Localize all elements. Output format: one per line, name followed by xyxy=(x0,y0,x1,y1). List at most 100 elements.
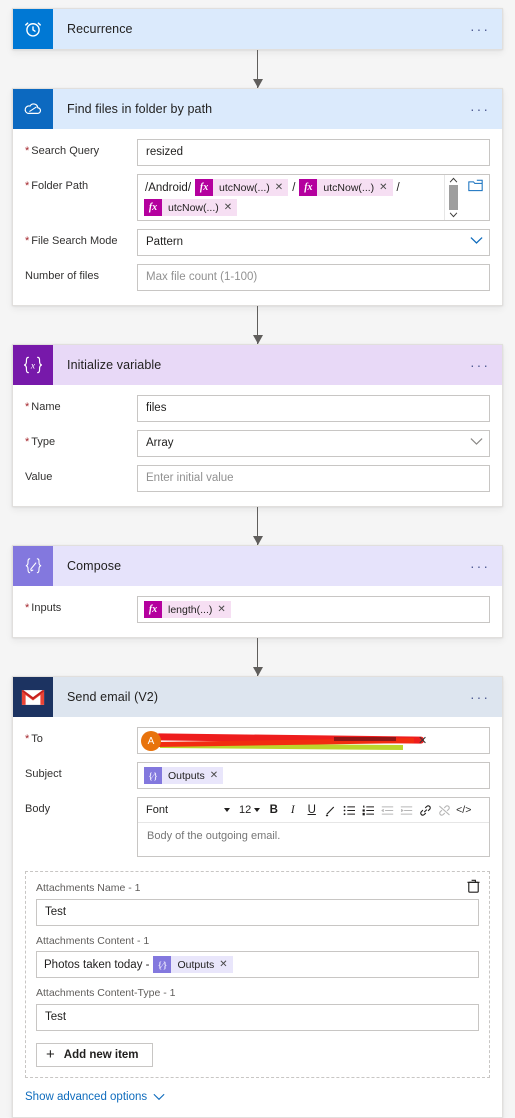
scrollbar-thumb[interactable] xyxy=(448,185,458,210)
chevron-down-icon xyxy=(470,236,483,249)
body-rich-text-editor[interactable]: Font 12 B I U </> Body of the outgoing e… xyxy=(137,797,490,857)
number-of-files-input[interactable]: Max file count (1-100) xyxy=(137,264,490,291)
variable-name-input[interactable]: files xyxy=(137,395,490,422)
token-label: utcNow(...) xyxy=(323,181,375,194)
step-card-send-email[interactable]: Send email (V2) ··· * To A ✕ Subject {∕}… xyxy=(12,676,503,1118)
add-new-item-button[interactable]: + Add new item xyxy=(36,1042,153,1067)
step-card-find-files[interactable]: Find files in folder by path ··· * Search… xyxy=(12,88,503,306)
redaction-mark-dark xyxy=(334,737,396,741)
numbered-list-button[interactable] xyxy=(360,801,377,820)
font-size-select[interactable]: 12 xyxy=(236,804,263,816)
attachment-content-type-input[interactable]: Test xyxy=(36,1003,479,1031)
font-family-select[interactable]: Font xyxy=(142,804,234,816)
italic-button[interactable]: I xyxy=(284,801,301,820)
remove-link-button[interactable] xyxy=(436,801,453,820)
path-separator-2: / xyxy=(396,181,400,194)
token-remove-icon[interactable]: ✕ xyxy=(379,182,387,193)
show-advanced-options-link[interactable]: Show advanced options xyxy=(25,1091,490,1103)
variable-value-input[interactable]: Enter initial value xyxy=(137,465,490,492)
chevron-up-icon xyxy=(449,177,457,183)
variable-type-select[interactable]: Array xyxy=(137,430,490,457)
token-utcnow-2[interactable]: fx utcNow(...) ✕ xyxy=(299,179,393,196)
compose-pencil-icon xyxy=(13,546,53,586)
increase-indent-button[interactable] xyxy=(398,801,415,820)
search-query-input[interactable]: resized xyxy=(137,139,490,166)
underline-button[interactable]: U xyxy=(303,801,320,820)
file-search-mode-select[interactable]: Pattern xyxy=(137,229,490,256)
add-new-item-label: Add new item xyxy=(63,1048,139,1061)
folder-path-scrollbar[interactable] xyxy=(444,175,461,220)
recipient-remove-icon[interactable]: ✕ xyxy=(418,734,427,747)
connector-4 xyxy=(12,638,503,676)
fx-icon: fx xyxy=(144,199,162,216)
step-header-send-email[interactable]: Send email (V2) ··· xyxy=(13,677,502,717)
token-remove-icon[interactable]: ✕ xyxy=(224,202,232,213)
step-menu-send-email[interactable]: ··· xyxy=(470,690,490,704)
fx-icon: fx xyxy=(144,601,162,618)
decrease-indent-button[interactable] xyxy=(379,801,396,820)
to-input[interactable]: A ✕ xyxy=(137,727,490,754)
step-menu-recurrence[interactable]: ··· xyxy=(470,22,490,36)
token-remove-icon[interactable]: ✕ xyxy=(217,604,225,615)
bulleted-list-button[interactable] xyxy=(341,801,358,820)
connector-3 xyxy=(12,507,503,545)
gmail-icon xyxy=(13,677,53,717)
step-menu-find-files[interactable]: ··· xyxy=(470,102,490,116)
plus-icon: + xyxy=(46,1046,55,1064)
step-header-initialize-variable[interactable]: x Initialize variable ··· xyxy=(13,345,502,385)
font-size-value: 12 xyxy=(239,804,252,816)
field-folder-path: * Folder Path /Android/ fx utcNow(...) ✕ / xyxy=(25,174,490,221)
step-card-recurrence[interactable]: Recurrence ··· xyxy=(12,8,503,50)
label-search-query: * Search Query xyxy=(25,145,100,157)
required-asterisk: * xyxy=(25,401,30,413)
code-view-button[interactable]: </> xyxy=(455,801,472,820)
token-outputs-attachment[interactable]: {∕} Outputs ✕ xyxy=(153,956,233,974)
folder-icon xyxy=(467,179,483,192)
variable-type-value: Array xyxy=(146,437,174,449)
token-remove-icon[interactable]: ✕ xyxy=(219,959,227,970)
bold-button[interactable]: B xyxy=(265,801,282,820)
subject-input[interactable]: {∕} Outputs ✕ xyxy=(137,762,490,789)
token-remove-icon[interactable]: ✕ xyxy=(210,770,218,781)
step-header-find-files[interactable]: Find files in folder by path ··· xyxy=(13,89,502,129)
chevron-down-icon xyxy=(449,212,457,218)
variable-braces-icon: x xyxy=(13,345,53,385)
token-label: length(...) xyxy=(168,603,213,616)
step-title-recurrence: Recurrence xyxy=(67,22,133,36)
required-asterisk: * xyxy=(25,602,30,614)
step-header-recurrence[interactable]: Recurrence ··· xyxy=(13,9,502,49)
field-variable-type: * Type Array xyxy=(25,430,490,457)
required-asterisk: * xyxy=(25,145,30,157)
folder-picker-button[interactable] xyxy=(461,175,489,192)
attachment-content-input[interactable]: Photos taken today - {∕} Outputs ✕ xyxy=(36,951,479,979)
attachment-content-label: Attachments Content - 1 xyxy=(36,934,150,947)
token-length[interactable]: fx length(...) ✕ xyxy=(144,601,231,618)
body-textarea[interactable]: Body of the outgoing email. xyxy=(138,823,489,856)
label-variable-value: Value xyxy=(25,471,53,483)
step-card-initialize-variable[interactable]: x Initialize variable ··· * Name files * T… xyxy=(12,344,503,507)
token-utcnow-3[interactable]: fx utcNow(...) ✕ xyxy=(144,199,238,216)
step-title-initialize-variable: Initialize variable xyxy=(67,358,162,372)
step-menu-initialize-variable[interactable]: ··· xyxy=(470,358,490,372)
folder-path-input[interactable]: /Android/ fx utcNow(...) ✕ / fx utcNow(..… xyxy=(137,174,490,221)
chevron-down-icon xyxy=(254,808,261,812)
step-card-compose[interactable]: Compose ··· * Inputs fx length(...) ✕ xyxy=(12,545,503,638)
token-remove-icon[interactable]: ✕ xyxy=(275,182,283,193)
compose-output-icon: {∕} xyxy=(153,956,172,974)
token-utcnow-1[interactable]: fx utcNow(...) ✕ xyxy=(195,179,289,196)
compose-inputs-input[interactable]: fx length(...) ✕ xyxy=(137,596,490,623)
attachment-name-input[interactable]: Test xyxy=(36,898,479,926)
avatar: A xyxy=(141,731,161,751)
text-color-button[interactable] xyxy=(322,801,339,820)
step-title-send-email: Send email (V2) xyxy=(67,690,159,704)
delete-trash-icon[interactable] xyxy=(465,878,483,896)
compose-output-icon: {∕} xyxy=(144,767,162,784)
show-advanced-options-label: Show advanced options xyxy=(25,1090,148,1103)
step-header-compose[interactable]: Compose ··· xyxy=(13,546,502,586)
token-label: utcNow(...) xyxy=(168,201,219,214)
insert-link-button[interactable] xyxy=(417,801,434,820)
token-outputs-subject[interactable]: {∕} Outputs ✕ xyxy=(144,767,224,784)
flow-canvas: Recurrence ··· Find files in folder by p… xyxy=(0,0,515,1118)
step-menu-compose[interactable]: ··· xyxy=(470,559,490,573)
connector-2 xyxy=(12,306,503,344)
